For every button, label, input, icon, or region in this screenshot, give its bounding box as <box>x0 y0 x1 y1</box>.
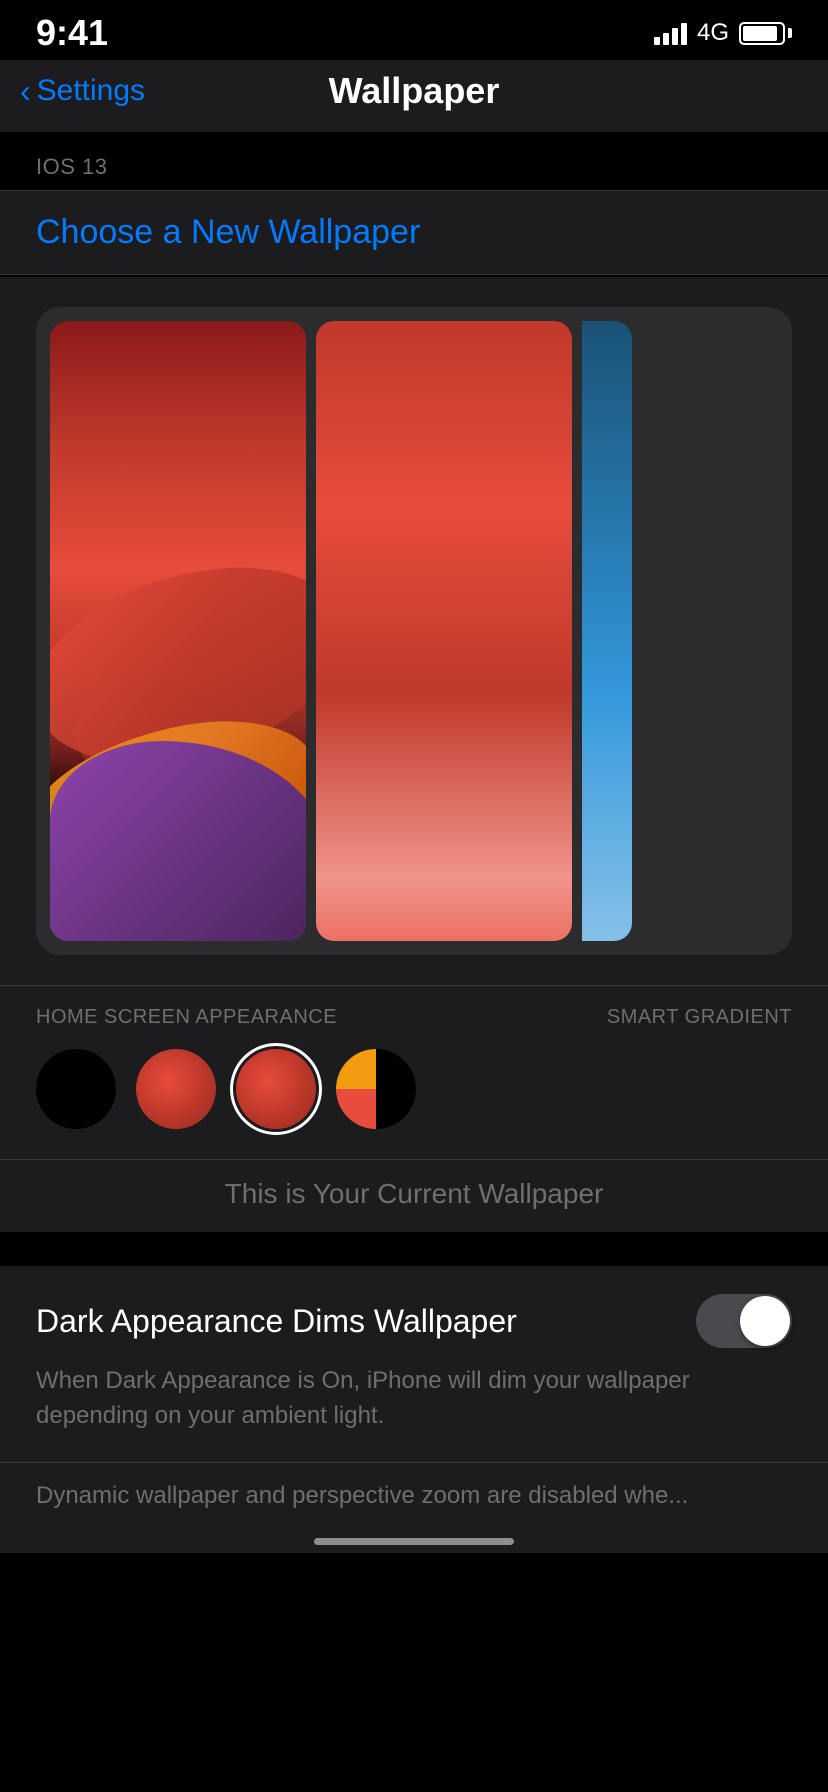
wave-layer-3 <box>50 741 306 941</box>
dark-appearance-title: Dark Appearance Dims Wallpaper <box>36 1303 517 1340</box>
battery-icon <box>739 22 792 45</box>
status-bar: 9:41 4G <box>0 0 828 60</box>
back-button[interactable]: ‹ Settings <box>20 73 145 110</box>
wallpaper-preview-section <box>0 277 828 985</box>
color-option-red[interactable] <box>136 1049 216 1129</box>
home-screen-preview[interactable] <box>316 321 572 941</box>
nav-bar: ‹ Settings Wallpaper <box>0 60 828 132</box>
dark-appearance-description: When Dark Appearance is On, iPhone will … <box>36 1364 792 1434</box>
back-chevron-icon: ‹ <box>20 73 31 110</box>
color-option-red-selected[interactable] <box>236 1049 316 1129</box>
dark-appearance-row: Dark Appearance Dims Wallpaper <box>36 1294 792 1348</box>
nav-title: Wallpaper <box>329 70 500 112</box>
battery-fill <box>743 26 777 41</box>
appearance-headers: HOME SCREEN APPEARANCE SMART GRADIENT <box>36 1006 792 1029</box>
bottom-partial-text: Dynamic wallpaper and perspective zoom a… <box>36 1479 792 1513</box>
status-icons: 4G <box>654 19 792 47</box>
section-spacer <box>0 1232 828 1256</box>
current-wallpaper-text: This is Your Current Wallpaper <box>225 1178 604 1209</box>
choose-wallpaper-section: Choose a New Wallpaper <box>0 190 828 275</box>
signal-bars-icon <box>654 21 687 45</box>
wallpaper-previews-container <box>36 307 792 955</box>
peek-wallpaper-background <box>582 321 632 941</box>
home-indicator <box>0 1522 828 1553</box>
color-option-mixed[interactable] <box>336 1049 416 1129</box>
home-screen-appearance-label: HOME SCREEN APPEARANCE <box>36 1006 337 1029</box>
signal-bar-4 <box>681 23 687 45</box>
home-bar <box>314 1538 514 1545</box>
current-wallpaper-label: This is Your Current Wallpaper <box>0 1159 828 1232</box>
section-label: IOS 13 <box>0 132 828 190</box>
bottom-partial-section: Dynamic wallpaper and perspective zoom a… <box>0 1462 828 1523</box>
signal-bar-2 <box>663 33 669 45</box>
home-wallpaper-background <box>316 321 572 941</box>
choose-wallpaper-link[interactable]: Choose a New Wallpaper <box>36 213 420 251</box>
smart-gradient-label: SMART GRADIENT <box>607 1006 792 1029</box>
battery-body <box>739 22 785 45</box>
appearance-section: HOME SCREEN APPEARANCE SMART GRADIENT <box>0 985 828 1159</box>
dark-appearance-toggle[interactable] <box>696 1294 792 1348</box>
signal-bar-1 <box>654 37 660 45</box>
color-options <box>36 1049 792 1129</box>
signal-bar-3 <box>672 28 678 45</box>
network-label: 4G <box>697 19 729 47</box>
lock-wallpaper-background <box>50 321 306 941</box>
lock-screen-preview[interactable] <box>50 321 306 941</box>
battery-tip <box>788 28 792 38</box>
next-wallpaper-peek[interactable] <box>582 321 632 941</box>
back-label[interactable]: Settings <box>37 74 145 108</box>
dark-appearance-section: Dark Appearance Dims Wallpaper When Dark… <box>0 1256 828 1462</box>
color-option-black[interactable] <box>36 1049 116 1129</box>
status-time: 9:41 <box>36 12 108 54</box>
toggle-knob <box>740 1296 790 1346</box>
